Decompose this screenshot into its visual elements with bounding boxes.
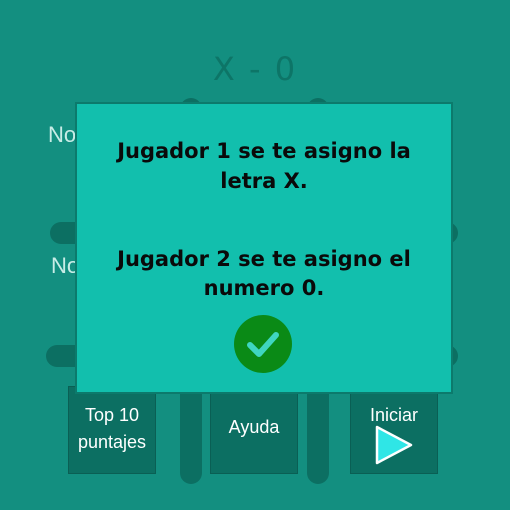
top10-scores-button[interactable]: Top 10 puntajes: [68, 386, 156, 474]
start-label: Iniciar: [369, 405, 418, 425]
player2-assignment-line1: Jugador 2 se te asigno el: [117, 247, 411, 271]
player-assignment-dialog: Jugador 1 se te asigno la letra X. Jugad…: [75, 102, 453, 394]
start-button[interactable]: Iniciar: [350, 386, 438, 474]
top10-label-line2: puntajes: [77, 432, 147, 452]
player1-name-label: No: [48, 122, 77, 147]
player1-assignment-line2: letra X.: [220, 169, 308, 193]
help-button[interactable]: Ayuda: [210, 386, 298, 474]
game-title: X - 0: [212, 50, 298, 88]
play-icon: [375, 425, 413, 465]
help-label: Ayuda: [228, 417, 280, 437]
top10-label-line1: Top 10: [84, 405, 140, 425]
confirm-button[interactable]: [234, 315, 292, 373]
player2-assignment-line2: numero 0.: [203, 276, 325, 300]
checkmark-icon: [247, 332, 279, 357]
player1-assignment-line1: Jugador 1 se te asigno la: [117, 139, 411, 163]
